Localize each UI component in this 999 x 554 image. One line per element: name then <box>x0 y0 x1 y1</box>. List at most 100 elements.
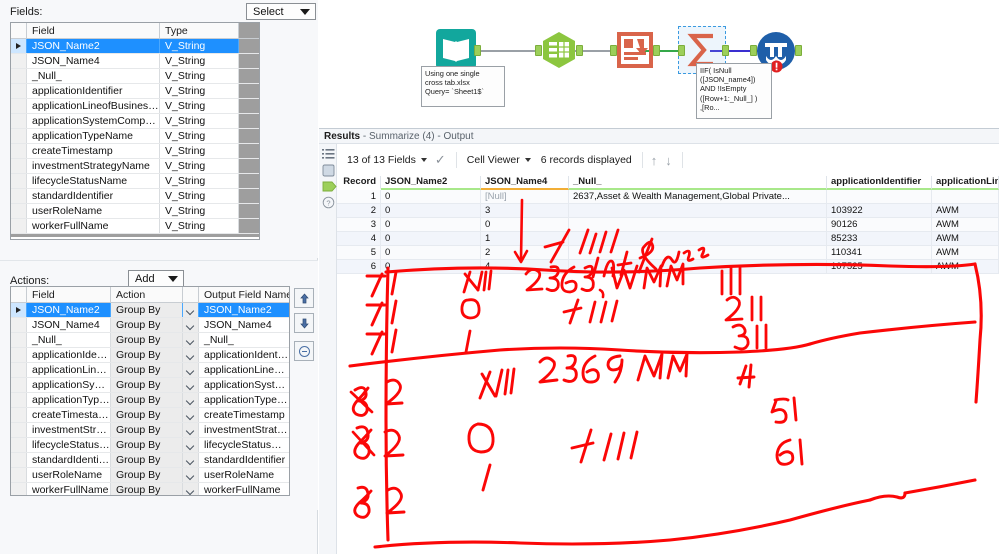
cell-json-name2: 0 <box>381 260 481 274</box>
actions-cell-action-select[interactable]: Group By <box>111 318 183 332</box>
actions-cell-chevron[interactable] <box>183 363 199 377</box>
fields-count-dropdown[interactable]: 13 of 13 Fields <box>347 154 427 166</box>
fields-table-row[interactable]: applicationIdentifier V_String <box>11 84 259 99</box>
move-up-button[interactable] <box>294 288 314 308</box>
fields-select-dropdown[interactable]: Select <box>246 3 316 20</box>
workflow-canvas[interactable]: Using one single cross tab.xlsx Query= `… <box>319 0 999 128</box>
row-pointer-icon <box>16 43 21 49</box>
actions-cell-chevron[interactable] <box>183 423 199 437</box>
actions-cell-action-select[interactable]: Group By <box>111 438 183 452</box>
col-header-json-name4: JSON_Name4 <box>481 176 569 190</box>
scroll-down-icon[interactable]: ↓ <box>665 153 672 168</box>
table-row[interactable]: 6 0 4 107525 AWM <box>337 260 999 274</box>
move-down-button[interactable] <box>294 313 314 333</box>
fields-col-field-header: Field <box>27 23 160 38</box>
actions-cell-chevron[interactable] <box>183 333 199 347</box>
actions-cell-field: JSON_Name4 <box>27 318 111 332</box>
cell-viewer-dropdown[interactable]: Cell Viewer <box>467 154 531 166</box>
actions-cell-chevron[interactable] <box>183 438 199 452</box>
fields-table-row[interactable]: applicationTypeName V_String <box>11 129 259 144</box>
fields-col-pad-header <box>239 23 259 38</box>
actions-cell-chevron[interactable] <box>183 378 199 392</box>
formula-output-plug[interactable] <box>795 45 802 56</box>
actions-cell-action-select[interactable]: Group By <box>111 483 183 495</box>
fields-table-row[interactable]: applicationSystemComponentNameV_String <box>11 114 259 129</box>
actions-table-row[interactable]: applicationLine... Group By applicationLin… <box>11 363 289 378</box>
actions-cell-action-select[interactable]: Group By <box>111 303 183 317</box>
fields-table-row[interactable]: JSON_Name4 V_String <box>11 54 259 69</box>
actions-cell-output: JSON_Name2 <box>204 304 272 316</box>
actions-table-row[interactable]: lifecycleStatusN... Group By lifecycleStat… <box>11 438 289 453</box>
output-anchor-icon[interactable] <box>322 180 337 193</box>
actions-cell-action-select[interactable]: Group By <box>111 378 183 392</box>
actions-table-row[interactable]: createTimestamp Group By createTimestamp <box>11 408 289 423</box>
cell-json-name4: 1 <box>481 232 569 246</box>
actions-cell-chevron[interactable] <box>183 453 199 467</box>
actions-add-dropdown[interactable]: Add <box>128 270 184 287</box>
actions-cell-chevron[interactable] <box>183 318 199 332</box>
cross-tab-output-plug[interactable] <box>576 45 583 56</box>
table-hex-icon <box>543 32 575 68</box>
summarize-input-plug[interactable] <box>678 45 685 56</box>
table-row[interactable]: 4 0 1 85233 AWM <box>337 232 999 246</box>
actions-table-row[interactable]: workerFullName Group By workerFullName <box>11 483 289 495</box>
actions-table-row[interactable]: JSON_Name2 Group By JSON_Name2 <box>11 303 289 318</box>
fields-table[interactable]: Field Type JSON_Name2 V_String JSON_Name4 V… <box>10 22 260 240</box>
actions-cell-chevron[interactable] <box>183 303 199 317</box>
actions-cell-action-select[interactable]: Group By <box>111 363 183 377</box>
actions-table-row[interactable]: JSON_Name4 Group By JSON_Name4 <box>11 318 289 333</box>
actions-table-row[interactable]: applicationIden... Group By applicationIde… <box>11 348 289 363</box>
actions-cell-chevron[interactable] <box>183 393 199 407</box>
actions-cell-chevron[interactable] <box>183 348 199 362</box>
actions-table-row[interactable]: applicationSyst... Group By applicationSys… <box>11 378 289 393</box>
actions-table[interactable]: Field Action Output Field Name JSON_Name… <box>10 286 290 496</box>
actions-cell-chevron[interactable] <box>183 483 199 495</box>
list-view-icon[interactable] <box>322 148 335 161</box>
actions-cell-action-select[interactable]: Group By <box>111 453 183 467</box>
fields-table-row[interactable]: createTimestamp V_String <box>11 144 259 159</box>
actions-table-row[interactable]: applicationType... Group By applicationTyp… <box>11 393 289 408</box>
actions-cell-chevron[interactable] <box>183 408 199 422</box>
actions-table-row[interactable]: investmentStrat... Group By investmentStra… <box>11 423 289 438</box>
actions-cell-action-select[interactable]: Group By <box>111 423 183 437</box>
actions-cell-action-select[interactable]: Group By <box>111 393 183 407</box>
fields-table-row[interactable]: userRoleName V_String <box>11 204 259 219</box>
table-row[interactable]: 1 0 [Null] 2637,Asset & Wealth Management,G… <box>337 190 999 204</box>
actions-cell-action-select[interactable]: Group By <box>111 333 183 347</box>
cross-tab-input-plug[interactable] <box>535 45 542 56</box>
summarize-output-plug[interactable] <box>722 45 729 56</box>
formula-input-plug[interactable] <box>750 45 757 56</box>
col-header-application-lob: applicationLineofBusinessName <box>932 176 999 190</box>
actions-table-row[interactable]: standardIdentifi... Group By standardIdent… <box>11 453 289 468</box>
results-data-grid[interactable]: Record JSON_Name2 JSON_Name4 _Null_ appl… <box>337 176 999 554</box>
fields-table-row[interactable]: applicationLineofBusinessNameV_String <box>11 99 259 114</box>
help-icon[interactable]: ? <box>322 196 335 209</box>
row-marker <box>11 453 27 467</box>
cross-tab-tool[interactable] <box>541 31 577 74</box>
transpose-input-plug[interactable] <box>610 45 617 56</box>
actions-cell-action-select[interactable]: Group By <box>111 408 183 422</box>
fields-table-row[interactable]: workerFullName V_String <box>11 219 259 234</box>
table-row[interactable]: 3 0 0 90126 AWM <box>337 218 999 232</box>
fields-table-row[interactable]: lifecycleStatusName V_String <box>11 174 259 189</box>
table-row[interactable]: 2 0 3 103922 AWM <box>337 204 999 218</box>
remove-button[interactable] <box>294 341 314 361</box>
actions-cell-action-select[interactable]: Group By <box>111 348 183 362</box>
actions-cell-action-select[interactable]: Group By <box>111 468 183 482</box>
input-data-output-plug[interactable] <box>474 45 481 56</box>
table-row[interactable]: 5 0 2 110341 AWM <box>337 246 999 260</box>
actions-table-row[interactable]: userRoleName Group By userRoleName <box>11 468 289 483</box>
scroll-up-icon[interactable]: ↑ <box>651 153 658 168</box>
actions-table-row[interactable]: _Null_ Group By _Null_ <box>11 333 289 348</box>
transpose-output-plug[interactable] <box>653 45 660 56</box>
fields-table-row[interactable]: JSON_Name2 V_String <box>11 39 259 54</box>
actions-cell-chevron[interactable] <box>183 468 199 482</box>
transpose-tool[interactable] <box>615 30 655 75</box>
records-displayed-label: 6 records displayed <box>540 154 632 166</box>
apply-check-icon[interactable]: ✓ <box>435 152 446 168</box>
fields-table-row[interactable]: _Null_ V_String <box>11 69 259 84</box>
row-marker-header <box>11 23 27 38</box>
fields-table-row[interactable]: investmentStrategyName V_String <box>11 159 259 174</box>
fields-table-row[interactable]: standardIdentifier V_String <box>11 189 259 204</box>
metadata-view-icon[interactable] <box>322 164 335 177</box>
